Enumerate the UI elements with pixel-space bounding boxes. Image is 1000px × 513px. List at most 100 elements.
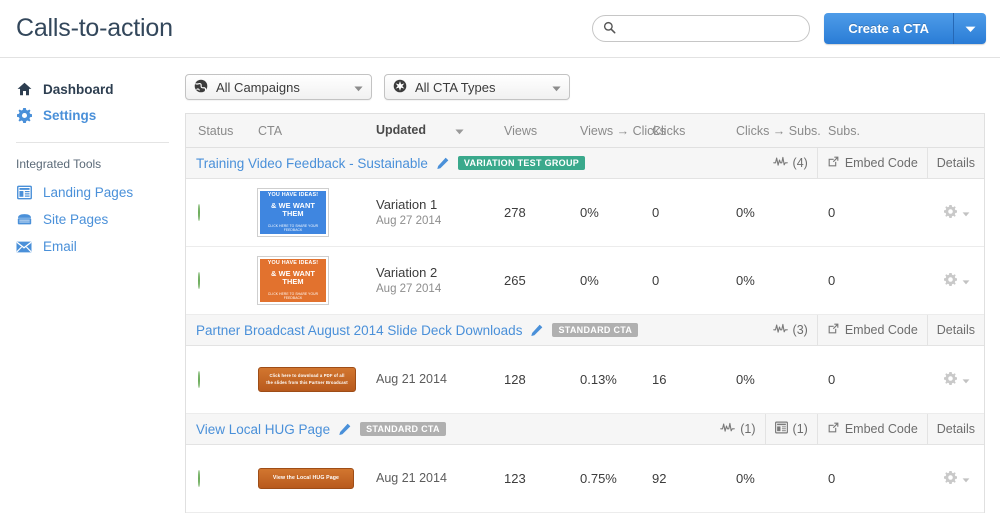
cta-group-header: Partner Broadcast August 2014 Slide Deck…: [186, 314, 984, 346]
subs-cell: 0: [828, 372, 836, 387]
group-details-button[interactable]: Details: [926, 413, 984, 445]
chevron-down-icon: [962, 372, 970, 387]
chevron-down-icon: [340, 80, 363, 95]
cta-group-header: View Local HUG Page STANDARD CTA (1) (1) …: [186, 413, 984, 445]
cta-type-filter-label: All CTA Types: [415, 79, 496, 95]
sidebar-item-email[interactable]: Email: [0, 233, 185, 260]
cta-preview-cell: YOU HAVE IDEAS! & WE WANT THEM CLICK HER…: [258, 189, 376, 236]
row-actions-menu[interactable]: [908, 371, 984, 388]
sidebar-item-landing-pages[interactable]: Landing Pages: [0, 179, 185, 206]
updated-date: Aug 21 2014: [376, 471, 447, 486]
clicks-to-subs-cell: 0%: [736, 273, 755, 288]
globe-icon: [194, 79, 208, 96]
cta-type-filter-select[interactable]: All CTA Types: [384, 74, 570, 100]
subs-cell: 0: [828, 205, 836, 220]
status-cell: [186, 470, 258, 487]
status-cell: [186, 204, 258, 221]
sidebar-item-email-label: Email: [43, 239, 77, 254]
edit-pencil-icon[interactable]: [436, 157, 449, 170]
table-row: YOU HAVE IDEAS! & WE WANT THEM CLICK HER…: [186, 247, 984, 315]
status-cell: [186, 371, 258, 388]
cta-table: Status CTA Updated Views Views → Clicks …: [185, 113, 985, 513]
cta-type-badge: STANDARD CTA: [552, 323, 639, 337]
cta-thumbnail-line2: & WE WANT THEM: [270, 201, 315, 219]
updated-cell: Aug 21 2014: [376, 470, 504, 487]
views-to-clicks-cell: 0%: [580, 205, 599, 220]
updated-cell: Aug 21 2014: [376, 371, 504, 388]
status-dot-active: [198, 470, 200, 487]
cta-type-badge: VARIATION TEST GROUP: [457, 156, 586, 170]
clicks-cell: 0: [652, 273, 660, 288]
cta-group-title[interactable]: Partner Broadcast August 2014 Slide Deck…: [196, 323, 522, 338]
sidebar-item-settings-label: Settings: [43, 107, 97, 123]
cta-thumbnail[interactable]: YOU HAVE IDEAS! & WE WANT THEM CLICK HER…: [258, 257, 328, 304]
gear-icon: [944, 204, 957, 221]
group-embed-code-button[interactable]: Embed Code: [816, 147, 927, 179]
search-input[interactable]: [616, 16, 800, 41]
cta-preview-cell: View the Local HUG Page: [258, 467, 376, 490]
clicks-cell: 16: [652, 372, 667, 387]
body: Dashboard Settings Integrated Tools Land…: [0, 58, 1000, 513]
cta-thumbnail-line2: & WE WANT THEM: [270, 269, 315, 287]
calls-to-action-page: Calls-to-action Create a CTA Dashboard S…: [0, 0, 1000, 513]
group-details-button[interactable]: Details: [926, 147, 984, 179]
group-analytics-button[interactable]: (3): [764, 315, 817, 346]
gear-icon: [944, 371, 957, 388]
cta-group-title[interactable]: View Local HUG Page: [196, 422, 330, 437]
updated-date: Aug 21 2014: [376, 372, 447, 387]
analytics-pulse-icon: [772, 156, 788, 170]
updated-date: Aug 27 2014: [376, 214, 442, 227]
subs-cell: 0: [828, 471, 836, 486]
landing-page-icon: [16, 185, 32, 200]
cta-group-title[interactable]: Training Video Feedback - Sustainable: [196, 156, 428, 171]
create-cta-dropdown-button[interactable]: [954, 13, 986, 44]
gear-icon: [16, 107, 32, 123]
clicks-to-subs-cell: 0%: [736, 372, 755, 387]
group-embed-code-button[interactable]: Embed Code: [816, 314, 927, 346]
cta-thumbnail[interactable]: YOU HAVE IDEAS! & WE WANT THEM CLICK HER…: [258, 189, 328, 236]
group-analytics-button[interactable]: (4): [764, 148, 817, 179]
group-pages-button[interactable]: (1): [764, 413, 817, 445]
group-details-label: Details: [936, 323, 975, 337]
sidebar-item-settings[interactable]: Settings: [0, 102, 185, 128]
clicks-cell: 92: [652, 471, 667, 486]
chevron-down-icon: [962, 205, 970, 220]
group-embed-code-button[interactable]: Embed Code: [816, 413, 927, 445]
column-header-cta: CTA: [258, 123, 283, 138]
chevron-down-icon: [962, 471, 970, 486]
variation-name: Variation 1: [376, 196, 438, 212]
group-analytics-button[interactable]: (1): [711, 414, 764, 445]
group-embed-code-label: Embed Code: [844, 323, 918, 337]
cta-thumbnail[interactable]: View the Local HUG Page: [258, 467, 354, 490]
campaign-filter-select[interactable]: All Campaigns: [185, 74, 372, 100]
views-to-clicks-cell: 0.13%: [580, 372, 617, 387]
sidebar-section-title: Integrated Tools: [16, 157, 102, 171]
sidebar-item-dashboard[interactable]: Dashboard: [0, 76, 185, 102]
updated-cell: Variation 2 Aug 27 2014: [376, 264, 504, 297]
search-box[interactable]: [592, 15, 811, 42]
sidebar-item-site-pages[interactable]: Site Pages: [0, 206, 185, 233]
column-header-updated[interactable]: Updated: [376, 123, 504, 138]
clicks-to-subs-cell: 0%: [736, 471, 755, 486]
group-analytics-count: (4): [792, 156, 808, 170]
group-details-label: Details: [936, 422, 975, 436]
cta-thumbnail[interactable]: Click here to download a PDF of all the s…: [258, 367, 356, 392]
cta-thumbnail-line2: the slides from this Partner Broadcast: [266, 379, 348, 385]
row-actions-menu[interactable]: [908, 204, 984, 221]
gear-icon: [944, 470, 957, 487]
clicks-cell: 0: [652, 205, 660, 220]
table-row: Click here to download a PDF of all the s…: [186, 346, 984, 414]
edit-pencil-icon[interactable]: [338, 423, 351, 436]
row-actions-menu[interactable]: [908, 470, 984, 487]
cta-type-badge: STANDARD CTA: [360, 422, 446, 436]
group-pages-count: (1): [792, 422, 808, 436]
create-cta-button[interactable]: Create a CTA: [824, 13, 954, 44]
group-details-button[interactable]: Details: [926, 314, 984, 346]
campaign-filter-label: All Campaigns: [216, 79, 300, 95]
edit-pencil-icon[interactable]: [530, 324, 543, 337]
top-bar: Calls-to-action Create a CTA: [0, 0, 1000, 58]
status-dot-active: [198, 371, 200, 388]
group-actions: (1) (1) Embed Code Details: [711, 413, 984, 445]
table-row: YOU HAVE IDEAS! & WE WANT THEM CLICK HER…: [186, 179, 984, 247]
row-actions-menu[interactable]: [908, 272, 984, 289]
